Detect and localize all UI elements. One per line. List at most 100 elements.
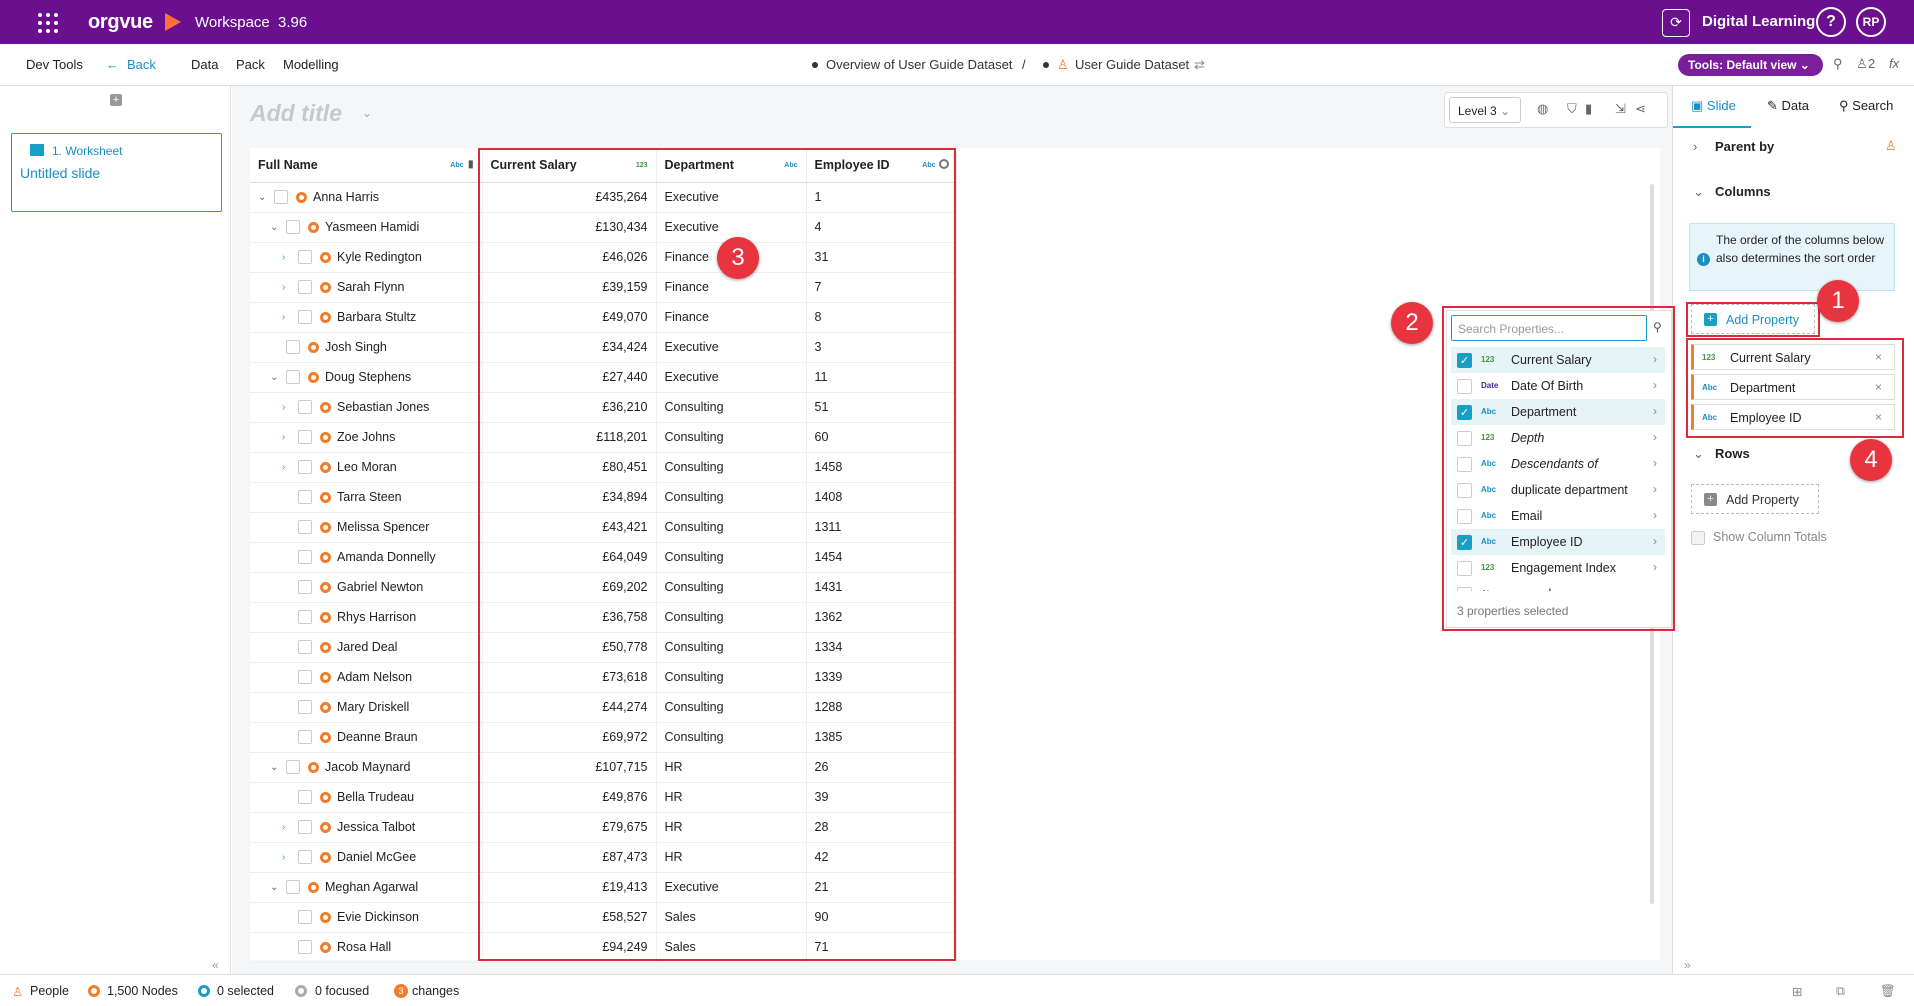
bookmark-icon[interactable]: ▮ xyxy=(468,159,474,170)
row-checkbox[interactable] xyxy=(298,280,312,295)
row-checkbox[interactable] xyxy=(298,790,312,805)
add-icon[interactable]: ⊞ xyxy=(1792,984,1802,999)
full-name-cell[interactable]: Deanne Braun xyxy=(337,730,418,744)
tab-search[interactable]: ⚲ Search xyxy=(1839,98,1893,114)
chevron-right-icon[interactable]: › xyxy=(282,462,292,473)
full-name-cell[interactable]: Yasmeen Hamidi xyxy=(325,220,419,234)
data-menu[interactable]: Data xyxy=(191,57,218,72)
chevron-right-icon[interactable]: › xyxy=(282,312,292,323)
collapse-left-icon[interactable]: « xyxy=(212,958,219,972)
row-checkbox[interactable] xyxy=(298,730,312,745)
row-checkbox[interactable] xyxy=(298,820,312,835)
row-checkbox[interactable] xyxy=(286,220,300,235)
dev-tools-menu[interactable]: Dev Tools xyxy=(26,57,83,72)
chevron-right-icon[interactable]: › xyxy=(282,252,292,263)
full-name-cell[interactable]: Melissa Spencer xyxy=(337,520,429,534)
checkbox[interactable] xyxy=(1691,530,1705,545)
row-checkbox[interactable] xyxy=(298,490,312,505)
full-name-cell[interactable]: Jacob Maynard xyxy=(325,760,410,774)
back-link[interactable]: Back xyxy=(127,57,156,72)
add-row-property-button[interactable]: + Add Property xyxy=(1691,484,1819,514)
row-checkbox[interactable] xyxy=(298,580,312,595)
full-name-cell[interactable]: Rhys Harrison xyxy=(337,610,416,624)
collapse-right-icon[interactable]: » xyxy=(1684,958,1691,972)
breadcrumb-overview[interactable]: Overview of User Guide Dataset xyxy=(826,57,1012,72)
columns-section[interactable]: ⌄ Columns xyxy=(1693,184,1771,200)
modelling-menu[interactable]: Modelling xyxy=(283,57,339,72)
row-checkbox[interactable] xyxy=(286,880,300,895)
full-name-cell[interactable]: Zoe Johns xyxy=(337,430,395,444)
row-checkbox[interactable] xyxy=(298,310,312,325)
rows-section[interactable]: ⌄ Rows xyxy=(1693,446,1750,462)
filter-icon[interactable]: ⛉ xyxy=(1567,101,1577,117)
tab-data[interactable]: ✎ Data xyxy=(1767,98,1809,114)
full-name-cell[interactable]: Tarra Steen xyxy=(337,490,402,504)
share-icon[interactable]: ⋖ xyxy=(1635,101,1646,117)
breadcrumb-dataset[interactable]: User Guide Dataset xyxy=(1075,57,1189,72)
full-name-cell[interactable]: Sebastian Jones xyxy=(337,400,429,414)
back-arrow-icon[interactable]: ← xyxy=(106,57,119,72)
row-checkbox[interactable] xyxy=(298,640,312,655)
add-title-input[interactable]: Add title xyxy=(250,100,342,127)
row-checkbox[interactable] xyxy=(298,550,312,565)
full-name-cell[interactable]: Jared Deal xyxy=(337,640,397,654)
chevron-right-icon[interactable]: › xyxy=(282,432,292,443)
slide-card[interactable]: 1. Worksheet Untitled slide xyxy=(11,133,222,212)
sync-icon[interactable]: ⟳ xyxy=(1662,9,1690,37)
chevron-right-icon[interactable]: › xyxy=(282,822,292,833)
help-button[interactable]: ? xyxy=(1816,7,1846,37)
full-name-cell[interactable]: Bella Trudeau xyxy=(337,790,414,804)
refresh-icon[interactable]: ⇄ xyxy=(1194,57,1205,73)
row-checkbox[interactable] xyxy=(298,430,312,445)
app-logo[interactable]: orgvue xyxy=(88,11,153,34)
chevron-down-icon[interactable]: ⌄ xyxy=(270,762,280,773)
full-name-cell[interactable]: Sarah Flynn xyxy=(337,280,404,294)
changes-label[interactable]: changes xyxy=(412,984,459,998)
row-checkbox[interactable] xyxy=(286,370,300,385)
full-name-cell[interactable]: Rosa Hall xyxy=(337,940,391,954)
chevron-down-icon[interactable]: ⌄ xyxy=(270,882,280,893)
full-name-cell[interactable]: Anna Harris xyxy=(313,190,379,204)
full-name-cell[interactable]: Barbara Stultz xyxy=(337,310,416,324)
chevron-down-icon[interactable]: ⌄ xyxy=(270,372,280,383)
row-checkbox[interactable] xyxy=(274,190,288,205)
chevron-right-icon[interactable]: › xyxy=(282,282,292,293)
focused-count[interactable]: 0 focused xyxy=(315,984,369,998)
people-label[interactable]: People xyxy=(30,984,69,998)
row-checkbox[interactable] xyxy=(286,760,300,775)
comment-icon[interactable]: ▮ xyxy=(1585,101,1592,117)
row-checkbox[interactable] xyxy=(298,610,312,625)
full-name-cell[interactable]: Kyle Redington xyxy=(337,250,422,264)
palette-icon[interactable]: ◍ xyxy=(1537,101,1548,117)
full-name-cell[interactable]: Gabriel Newton xyxy=(337,580,423,594)
row-checkbox[interactable] xyxy=(298,910,312,925)
full-name-cell[interactable]: Adam Nelson xyxy=(337,670,412,684)
row-checkbox[interactable] xyxy=(298,700,312,715)
row-checkbox[interactable] xyxy=(298,400,312,415)
tab-slide[interactable]: ▣ Slide xyxy=(1691,98,1736,114)
chevron-right-icon[interactable]: › xyxy=(282,852,292,863)
chevron-down-icon[interactable]: ⌄ xyxy=(258,192,268,203)
row-checkbox[interactable] xyxy=(298,940,312,955)
row-checkbox[interactable] xyxy=(298,250,312,265)
row-checkbox[interactable] xyxy=(298,850,312,865)
app-grid-icon[interactable] xyxy=(38,13,58,33)
trash-icon[interactable]: 🗑 xyxy=(1880,984,1896,999)
org-name[interactable]: Digital Learning xyxy=(1702,13,1815,30)
formula-icon[interactable]: fx xyxy=(1889,56,1899,71)
add-slide-icon[interactable]: + xyxy=(110,94,122,106)
chevron-right-icon[interactable]: › xyxy=(282,402,292,413)
avatar[interactable]: RP xyxy=(1856,7,1886,37)
row-checkbox[interactable] xyxy=(298,670,312,685)
copy-icon[interactable]: ⧉ xyxy=(1836,984,1845,999)
full-name-cell[interactable]: Leo Moran xyxy=(337,460,397,474)
full-name-cell[interactable]: Mary Driskell xyxy=(337,700,409,714)
row-checkbox[interactable] xyxy=(298,520,312,535)
people-icon[interactable]: ♙ xyxy=(1856,56,1868,72)
pack-menu[interactable]: Pack xyxy=(236,57,265,72)
export-icon[interactable]: ⇲ xyxy=(1615,101,1626,117)
full-name-cell[interactable]: Doug Stephens xyxy=(325,370,411,384)
full-name-cell[interactable]: Daniel McGee xyxy=(337,850,416,864)
full-name-cell[interactable]: Josh Singh xyxy=(325,340,387,354)
full-name-cell[interactable]: Meghan Agarwal xyxy=(325,880,418,894)
